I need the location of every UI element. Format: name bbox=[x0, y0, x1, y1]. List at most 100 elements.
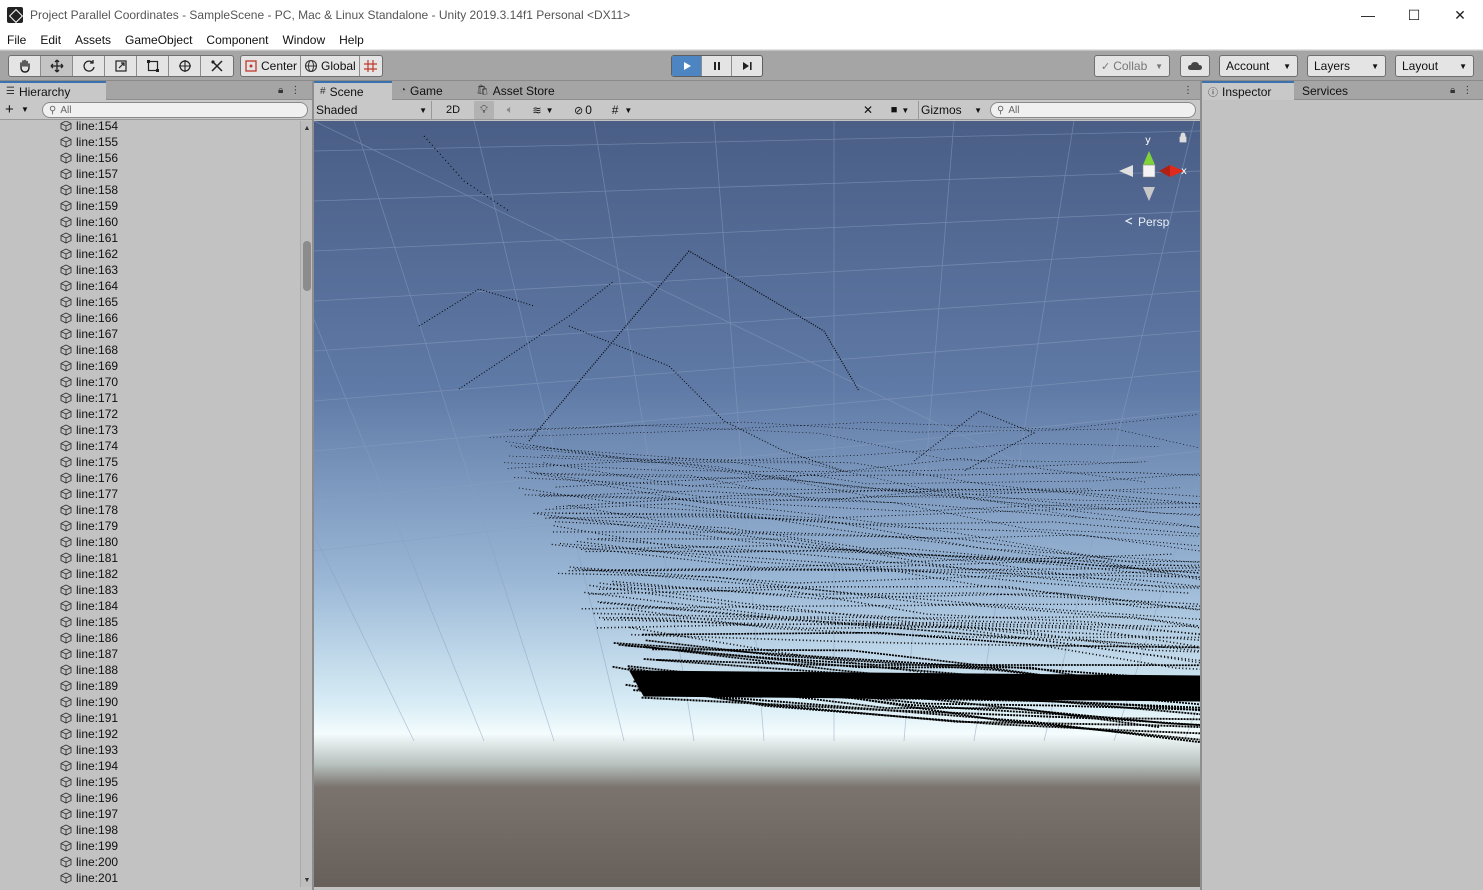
cloud-button[interactable] bbox=[1180, 55, 1210, 77]
shading-mode-dropdown[interactable]: Shaded ▼ bbox=[316, 101, 432, 119]
hierarchy-item[interactable]: line:174 bbox=[60, 438, 118, 454]
hierarchy-scrollbar[interactable]: ▲ ▼ bbox=[300, 121, 312, 887]
menu-edit[interactable]: Edit bbox=[33, 33, 68, 47]
hierarchy-item[interactable]: line:164 bbox=[60, 278, 118, 294]
pivot-mode-toggle[interactable]: Center bbox=[241, 56, 302, 76]
hierarchy-item[interactable]: line:190 bbox=[60, 694, 118, 710]
collab-dropdown[interactable]: ✓ Collab ▼ bbox=[1094, 55, 1170, 77]
hierarchy-item[interactable]: line:180 bbox=[60, 534, 118, 550]
hierarchy-item[interactable]: line:183 bbox=[60, 582, 118, 598]
play-button[interactable] bbox=[672, 56, 702, 76]
more-options-icon[interactable]: ⋮ bbox=[290, 85, 300, 96]
pause-button[interactable] bbox=[702, 56, 732, 76]
more-options-icon[interactable]: ⋮ bbox=[1183, 85, 1193, 96]
hierarchy-item[interactable]: line:171 bbox=[60, 390, 118, 406]
menu-help[interactable]: Help bbox=[332, 33, 371, 47]
hierarchy-item[interactable]: line:175 bbox=[60, 454, 118, 470]
projection-label[interactable]: Persp bbox=[1138, 215, 1170, 229]
hierarchy-item[interactable]: line:178 bbox=[60, 502, 118, 518]
hierarchy-item[interactable]: line:186 bbox=[60, 630, 118, 646]
grid-dropdown[interactable]: # ▼ bbox=[604, 101, 640, 119]
hierarchy-item[interactable]: line:159 bbox=[60, 198, 118, 214]
hierarchy-item[interactable]: line:181 bbox=[60, 550, 118, 566]
scroll-thumb[interactable] bbox=[303, 241, 311, 291]
scene-search-input[interactable]: ⚲ All bbox=[990, 102, 1196, 118]
hierarchy-item[interactable]: line:176 bbox=[60, 470, 118, 486]
hierarchy-item[interactable]: line:191 bbox=[60, 710, 118, 726]
hierarchy-item[interactable]: line:198 bbox=[60, 822, 118, 838]
hierarchy-item[interactable]: line:188 bbox=[60, 662, 118, 678]
create-plus-icon[interactable]: + bbox=[5, 100, 14, 119]
hierarchy-item[interactable]: line:177 bbox=[60, 486, 118, 502]
menu-window[interactable]: Window bbox=[275, 33, 332, 47]
lock-icon[interactable]: 🔒︎ bbox=[278, 85, 283, 96]
scale-tool-button[interactable] bbox=[105, 56, 137, 76]
hierarchy-item[interactable]: line:172 bbox=[60, 406, 118, 422]
step-button[interactable] bbox=[732, 56, 762, 76]
hierarchy-item[interactable]: line:156 bbox=[60, 150, 118, 166]
rotate-tool-button[interactable] bbox=[73, 56, 105, 76]
custom-tool-button[interactable] bbox=[201, 56, 233, 76]
hierarchy-item[interactable]: line:193 bbox=[60, 742, 118, 758]
lighting-toggle[interactable]: 💡︎ bbox=[474, 101, 494, 119]
hierarchy-item[interactable]: line:194 bbox=[60, 758, 118, 774]
hierarchy-item[interactable]: line:155 bbox=[60, 134, 118, 150]
transform-tool-button[interactable] bbox=[169, 56, 201, 76]
audio-toggle[interactable]: 🔈︎ bbox=[500, 101, 520, 119]
rect-tool-button[interactable] bbox=[137, 56, 169, 76]
hierarchy-item[interactable]: line:165 bbox=[60, 294, 118, 310]
hierarchy-item[interactable]: line:161 bbox=[60, 230, 118, 246]
hierarchy-item[interactable]: line:199 bbox=[60, 838, 118, 854]
maximize-button[interactable]: ☐ bbox=[1391, 0, 1437, 30]
hierarchy-item[interactable]: line:182 bbox=[60, 566, 118, 582]
pivot-rotation-toggle[interactable]: Global bbox=[301, 56, 360, 76]
close-button[interactable]: ✕ bbox=[1437, 0, 1483, 30]
account-dropdown[interactable]: Account ▼ bbox=[1219, 55, 1298, 77]
hierarchy-item[interactable]: line:185 bbox=[60, 614, 118, 630]
hierarchy-item[interactable]: line:154 bbox=[60, 121, 118, 134]
hierarchy-item[interactable]: line:179 bbox=[60, 518, 118, 534]
more-options-icon[interactable]: ⋮ bbox=[1462, 85, 1472, 96]
hierarchy-item[interactable]: line:167 bbox=[60, 326, 118, 342]
hierarchy-item[interactable]: line:163 bbox=[60, 262, 118, 278]
hidden-objects-toggle[interactable]: ⊘ 0 bbox=[568, 101, 598, 119]
tab-asset-store[interactable]: 🛍︎ Asset Store bbox=[470, 81, 561, 100]
hierarchy-item[interactable]: line:187 bbox=[60, 646, 118, 662]
move-tool-button[interactable] bbox=[41, 56, 73, 76]
hierarchy-item[interactable]: line:189 bbox=[60, 678, 118, 694]
camera-dropdown[interactable]: ■ ▼ bbox=[886, 101, 914, 119]
2d-toggle[interactable]: 2D bbox=[442, 101, 464, 119]
tab-hierarchy[interactable]: ☰ Hierarchy bbox=[0, 81, 106, 100]
menu-gameobject[interactable]: GameObject bbox=[118, 33, 199, 47]
tab-services[interactable]: Services bbox=[1296, 81, 1354, 100]
hierarchy-item[interactable]: line:197 bbox=[60, 806, 118, 822]
hierarchy-item[interactable]: line:173 bbox=[60, 422, 118, 438]
layout-dropdown[interactable]: Layout ▼ bbox=[1395, 55, 1474, 77]
hierarchy-item[interactable]: line:168 bbox=[60, 342, 118, 358]
hierarchy-item[interactable]: line:200 bbox=[60, 854, 118, 870]
hand-tool-button[interactable] bbox=[9, 56, 41, 76]
tab-scene[interactable]: # Scene bbox=[314, 81, 392, 100]
gizmo-lock-icon[interactable] bbox=[1179, 132, 1187, 143]
tab-game[interactable]: ◔ Game bbox=[394, 81, 449, 100]
menu-component[interactable]: Component bbox=[199, 33, 275, 47]
grid-snap-toggle[interactable] bbox=[360, 56, 382, 76]
hierarchy-item[interactable]: line:160 bbox=[60, 214, 118, 230]
hierarchy-item[interactable]: line:201 bbox=[60, 870, 118, 886]
scene-viewport[interactable]: y x Persp bbox=[314, 121, 1200, 887]
layers-dropdown[interactable]: Layers ▼ bbox=[1307, 55, 1386, 77]
hierarchy-item[interactable]: line:162 bbox=[60, 246, 118, 262]
menu-file[interactable]: File bbox=[0, 33, 33, 47]
hierarchy-item[interactable]: line:196 bbox=[60, 790, 118, 806]
hierarchy-search-input[interactable]: ⚲ All bbox=[42, 102, 308, 118]
tab-inspector[interactable]: ⓘ Inspector bbox=[1202, 81, 1294, 100]
scene-tools-button[interactable]: ✕ bbox=[858, 101, 878, 119]
hierarchy-item[interactable]: line:195 bbox=[60, 774, 118, 790]
effects-dropdown[interactable]: ≋ ▼ bbox=[526, 101, 560, 119]
hierarchy-item[interactable]: line:170 bbox=[60, 374, 118, 390]
menu-assets[interactable]: Assets bbox=[68, 33, 118, 47]
hierarchy-item[interactable]: line:184 bbox=[60, 598, 118, 614]
hierarchy-item[interactable]: line:158 bbox=[60, 182, 118, 198]
gizmos-dropdown[interactable]: Gizmos ▼ bbox=[918, 101, 984, 119]
hierarchy-item[interactable]: line:157 bbox=[60, 166, 118, 182]
